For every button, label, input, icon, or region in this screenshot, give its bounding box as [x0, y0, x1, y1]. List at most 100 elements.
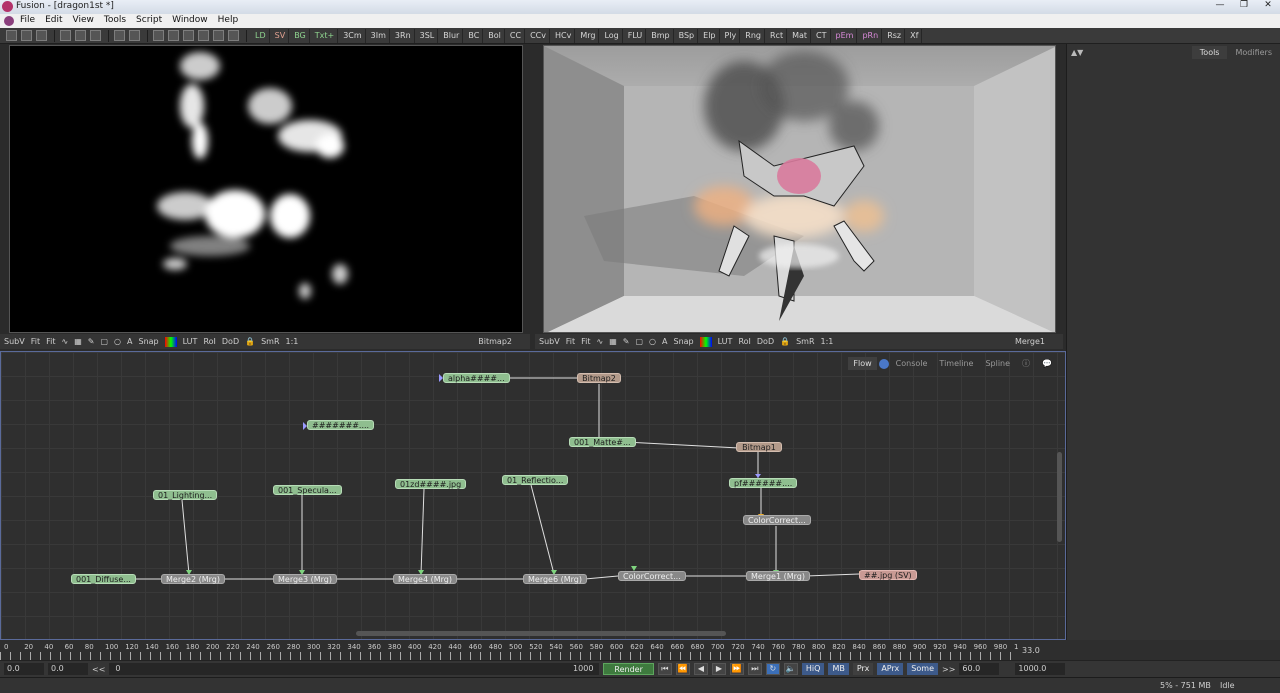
tool-ranges[interactable]: Rng [742, 28, 765, 43]
tab-spline[interactable]: Spline [980, 357, 1015, 370]
spline-icon[interactable]: ∿ [596, 337, 603, 346]
brush-icon[interactable]: ✎ [88, 337, 95, 346]
go-to-end-icon[interactable]: ⏭ [747, 663, 762, 675]
smr-button[interactable]: SmR [261, 337, 279, 346]
cut-icon[interactable] [60, 30, 71, 41]
node-merge1[interactable]: Merge1 (Mrg) [746, 571, 810, 581]
menu-tools[interactable]: Tools [104, 15, 126, 25]
flow-horizontal-scrollbar[interactable] [356, 631, 726, 636]
node-reflection-loader[interactable]: 01_Reflectio... [502, 475, 569, 485]
tool-transform[interactable]: Xf [907, 28, 923, 43]
render-start-field[interactable]: 0.0 [48, 663, 88, 675]
node-lighting-loader[interactable]: 01_Lighting... [153, 490, 218, 500]
tool-background[interactable]: BG [291, 28, 310, 43]
layout-quad-icon[interactable] [183, 30, 194, 41]
copy-icon[interactable] [75, 30, 86, 41]
roi-button[interactable]: RoI [203, 337, 215, 346]
node-matte-loader[interactable]: 001_Matte#... [569, 437, 636, 447]
menu-edit[interactable]: Edit [45, 15, 62, 25]
flow-vertical-scrollbar[interactable] [1057, 452, 1062, 542]
roi-button[interactable]: RoI [738, 337, 750, 346]
redo-icon[interactable] [129, 30, 140, 41]
close-button[interactable]: ✕ [1260, 0, 1276, 10]
lock-icon[interactable]: 🔒 [245, 337, 255, 346]
fit-button[interactable]: Fit [566, 337, 575, 346]
fusion-menu-icon[interactable] [4, 16, 14, 26]
mb-toggle[interactable]: MB [828, 663, 849, 675]
fit-zoom-button[interactable]: Fit [581, 337, 590, 346]
layout-horizontal-icon[interactable] [198, 30, 209, 41]
subview-dropdown[interactable]: SubV [4, 337, 25, 346]
tool-resize[interactable]: Rsz [884, 28, 906, 43]
subview-dropdown[interactable]: SubV [539, 337, 560, 346]
rectangle-icon[interactable]: ▢ [635, 337, 643, 346]
node-alpha-loader[interactable]: alpha####... [443, 373, 510, 383]
menu-script[interactable]: Script [136, 15, 162, 25]
maximize-button[interactable]: ❐ [1236, 0, 1252, 10]
tool-ellipse[interactable]: Elp [700, 28, 720, 43]
global-start-field[interactable]: 0.0 [4, 663, 44, 675]
tool-3d-image[interactable]: 3Im [368, 28, 390, 43]
smr-button[interactable]: SmR [796, 337, 814, 346]
layout-single-icon[interactable] [153, 30, 164, 41]
tool-log[interactable]: Log [601, 28, 623, 43]
menu-window[interactable]: Window [172, 15, 208, 25]
node-merge2[interactable]: Merge2 (Mrg) [161, 574, 225, 584]
tool-rectangle[interactable]: Rct [767, 28, 788, 43]
node-merge3[interactable]: Merge3 (Mrg) [273, 574, 337, 584]
rectangle-icon[interactable]: ▢ [100, 337, 108, 346]
spline-icon[interactable]: ∿ [61, 337, 68, 346]
tool-hue-curves[interactable]: HCv [552, 28, 576, 43]
flow-view[interactable]: Flow Console Timeline Spline ⓘ 💬 alpha##… [0, 351, 1066, 640]
tool-channel-tool[interactable]: CT [813, 28, 831, 43]
time-range-slider[interactable]: 0 1000 [109, 663, 600, 675]
help-icon[interactable]: ⓘ [1017, 356, 1035, 371]
node-colorcorrect-bottom[interactable]: ColorCorrect... [618, 571, 686, 581]
lut-button[interactable]: LUT [718, 337, 733, 346]
render-button[interactable]: Render [603, 663, 654, 675]
tab-modifiers[interactable]: Modifiers [1227, 46, 1280, 59]
dod-button[interactable]: DoD [757, 337, 774, 346]
fit-button[interactable]: Fit [31, 337, 40, 346]
layout-split-icon[interactable] [168, 30, 179, 41]
menu-view[interactable]: View [73, 15, 94, 25]
tab-console[interactable]: Console [891, 357, 933, 370]
hiq-toggle[interactable]: HiQ [801, 663, 825, 675]
step-forward-icon[interactable]: ⏩ [729, 663, 744, 675]
step-back-icon[interactable]: ⏪ [675, 663, 690, 675]
next-range-button[interactable]: >> [942, 665, 955, 674]
play-reverse-icon[interactable]: ◀ [693, 663, 708, 675]
tool-blur[interactable]: Blur [440, 28, 464, 43]
play-icon[interactable]: ▶ [711, 663, 726, 675]
prx-toggle[interactable]: Prx [852, 663, 874, 675]
node-bitmap1[interactable]: Bitmap1 [736, 442, 782, 452]
comment-icon[interactable]: 💬 [1037, 357, 1057, 370]
aprx-toggle[interactable]: APrx [877, 663, 904, 675]
tool-file-lut[interactable]: FLU [625, 28, 647, 43]
fit-zoom-button[interactable]: Fit [46, 337, 55, 346]
time-ruler[interactable]: 0 20 40 60 80 100 120 140 160 180 200 220 240 260 280 3… [0, 640, 1280, 660]
tool-bitmap[interactable]: Bmp [648, 28, 674, 43]
current-time[interactable]: 33.0 [1022, 646, 1040, 655]
snap-toggle[interactable]: Snap [138, 337, 158, 346]
tool-matte[interactable]: Mat [789, 28, 812, 43]
tool-3d-camera[interactable]: 3Cm [340, 28, 366, 43]
tab-flow[interactable]: Flow [848, 357, 877, 370]
grid-icon[interactable]: ▦ [609, 337, 617, 346]
zoom-1to1-button[interactable]: 1:1 [821, 337, 834, 346]
left-viewer[interactable] [9, 45, 523, 333]
global-end-field[interactable]: 1000.0 [1015, 663, 1066, 675]
lock-icon[interactable]: 🔒 [780, 337, 790, 346]
grid-icon[interactable]: ▦ [74, 337, 82, 346]
tool-polygon[interactable]: Ply [722, 28, 741, 43]
node-merge6[interactable]: Merge6 (Mrg) [523, 574, 587, 584]
channel-swatch-icon[interactable] [699, 336, 712, 347]
lut-button[interactable]: LUT [183, 337, 198, 346]
node-colorcorrect-top[interactable]: ColorCorrect... [743, 515, 811, 525]
tool-loader[interactable]: LD [252, 28, 270, 43]
tool-particle-render[interactable]: pRn [859, 28, 883, 43]
tool-color-curves[interactable]: CCv [527, 28, 550, 43]
node-specular-loader[interactable]: 001_Specula... [273, 485, 342, 495]
node-bitmap2[interactable]: Bitmap2 [577, 373, 621, 383]
tool-3d-spotlight[interactable]: 3SL [417, 28, 439, 43]
